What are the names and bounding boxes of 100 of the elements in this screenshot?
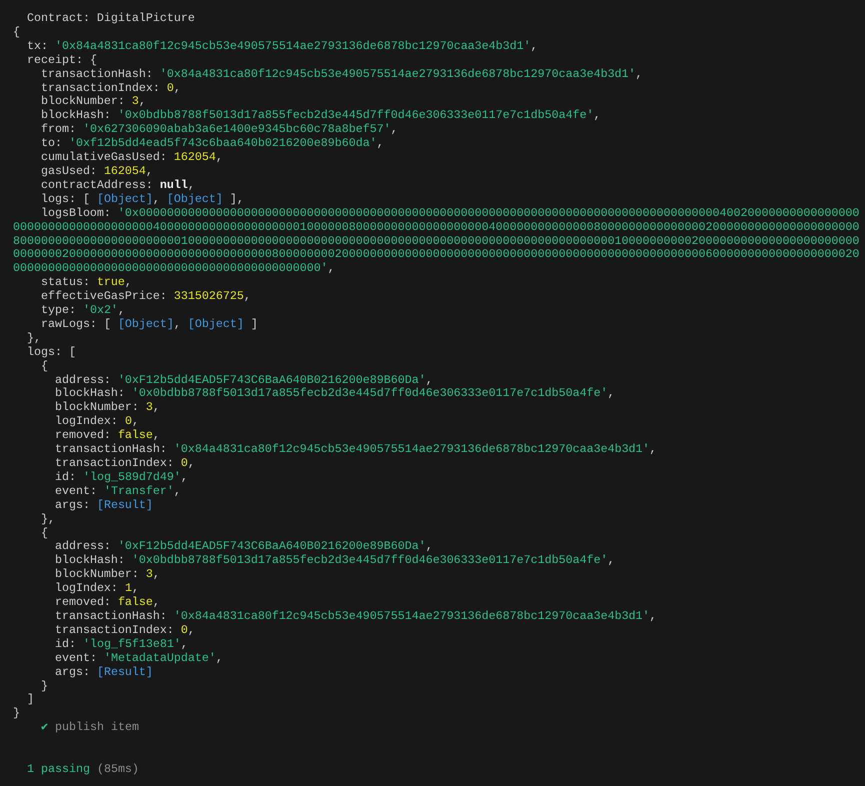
punctuation: }	[40, 678, 48, 692]
property-key: blockHash:	[54, 386, 125, 400]
property-key: transactionIndex:	[40, 80, 160, 95]
punctuation: }	[13, 706, 20, 720]
punctuation: ,	[608, 386, 615, 400]
punctuation: ,	[426, 539, 433, 554]
punctuation: {	[90, 52, 97, 67]
property-value: 3	[146, 400, 153, 414]
property-value: '0x0bdbb8788f5013d17a855fecb2d3e445d7ff0d46e306333e0117e7c1db50a4fe'	[118, 108, 594, 122]
property-key: gasUsed:	[40, 164, 97, 178]
punctuation: ,	[132, 581, 139, 596]
punctuation: ,	[650, 608, 657, 623]
property-key: transactionHash:	[54, 608, 167, 623]
property-value: false	[118, 428, 153, 442]
property-key: to:	[40, 136, 62, 150]
property-value: '0xF12b5dd4EAD5F743C6BaA640B0216200e89B60Da'	[118, 539, 426, 554]
punctuation: ,	[180, 470, 188, 484]
property-value: [Result]	[96, 664, 153, 679]
property-value: 3	[146, 567, 153, 582]
property-key: id:	[54, 636, 76, 651]
punctuation: ,	[152, 400, 160, 414]
property-value: 3	[132, 94, 139, 108]
punctuation: [	[82, 192, 90, 206]
test-name: publish item	[55, 720, 139, 734]
property-key: effectiveGasPrice:	[40, 289, 167, 304]
property-value: '0xf12b5dd4ead5f743c6baa640b0216200e89b60da'	[68, 136, 377, 150]
property-key: event:	[54, 484, 97, 498]
punctuation: ,	[188, 622, 195, 637]
punctuation: ,	[188, 178, 195, 192]
punctuation: ,	[216, 150, 223, 164]
property-key: transactionIndex:	[54, 622, 174, 637]
property-value: '0x0bdbb8788f5013d17a855fecb2d3e445d7ff0d46e306333e0117e7c1db50a4fe'	[132, 553, 608, 568]
property-key: logIndex:	[54, 581, 118, 596]
passing-count: 1 passing	[26, 762, 90, 776]
punctuation: ,	[636, 66, 643, 81]
property-value: true	[96, 275, 125, 290]
punctuation: ,	[124, 275, 132, 290]
punctuation: ,	[594, 108, 601, 122]
property-key: rawLogs:	[40, 316, 97, 331]
property-key: args:	[54, 498, 90, 512]
punctuation: ,	[180, 636, 188, 651]
punctuation: {	[40, 526, 48, 540]
property-key: from:	[40, 122, 76, 136]
property-value: [Object]	[166, 192, 223, 206]
property-value: '0x84a4831ca80f12c945cb53e490575514ae2793136de6878bc12970caa3e4b3d1'	[174, 442, 650, 456]
property-value: '0x84a4831ca80f12c945cb53e490575514ae2793136de6878bc12970caa3e4b3d1'	[160, 66, 636, 81]
property-value: 'log_589d7d49'	[82, 470, 181, 484]
check-icon: ✔	[40, 720, 48, 734]
punctuation: ,	[118, 303, 125, 318]
property-key: status:	[40, 275, 90, 290]
property-value: false	[118, 595, 153, 610]
contract-title: Contract: DigitalPicture	[26, 11, 195, 25]
punctuation: ,	[244, 289, 251, 304]
property-value: 'Transfer'	[104, 484, 174, 498]
punctuation: ,	[174, 316, 181, 331]
property-key: tx:	[26, 38, 48, 53]
punctuation: ,	[188, 456, 195, 470]
property-key: blockHash:	[54, 553, 125, 568]
property-value: 162054	[104, 164, 146, 178]
punctuation: ,	[152, 192, 160, 206]
punctuation: ,	[138, 94, 146, 108]
property-value: 1	[124, 581, 132, 596]
property-key: type:	[40, 303, 76, 318]
punctuation: },	[26, 330, 41, 345]
punctuation: },	[40, 512, 55, 526]
punctuation: [	[104, 316, 111, 331]
property-value: '0x84a4831ca80f12c945cb53e490575514ae2793136de6878bc12970caa3e4b3d1'	[54, 38, 531, 53]
property-value: [Object]	[118, 316, 174, 331]
property-key: receipt:	[26, 52, 83, 67]
property-value: 0	[166, 80, 174, 95]
punctuation: ,	[608, 553, 615, 568]
property-value: '0x0bdbb8788f5013d17a855fecb2d3e445d7ff0d46e306333e0117e7c1db50a4fe'	[132, 386, 608, 400]
property-value: [Result]	[96, 498, 153, 512]
property-value: '0x84a4831ca80f12c945cb53e490575514ae2793136de6878bc12970caa3e4b3d1'	[174, 608, 650, 623]
punctuation: ,	[132, 414, 139, 428]
test-duration: (85ms)	[96, 762, 139, 776]
property-value: '0xF12b5dd4EAD5F743C6BaA640B0216200e89B60Da'	[118, 372, 426, 387]
property-key: id:	[54, 470, 76, 484]
property-value: 162054	[174, 150, 216, 164]
property-value: 0	[180, 456, 188, 470]
punctuation: ,	[426, 372, 433, 387]
property-value: '0x627306090abab3a6e1400e9345bc60c78a8bef57'	[82, 122, 391, 136]
property-key: blockNumber:	[54, 400, 139, 414]
punctuation: ,	[216, 650, 223, 665]
punctuation: ,	[376, 136, 384, 150]
property-value: 'MetadataUpdate'	[104, 650, 216, 665]
punctuation: ,	[530, 38, 538, 53]
property-key: transactionIndex:	[54, 456, 174, 470]
punctuation: ],	[230, 192, 244, 206]
punctuation: ,	[174, 80, 181, 95]
punctuation: ,	[152, 567, 160, 582]
property-value: null	[160, 178, 188, 192]
property-value: '0x2'	[82, 303, 118, 318]
property-key: blockNumber:	[54, 567, 139, 582]
property-key: transactionHash:	[40, 66, 153, 81]
property-key: logs:	[40, 192, 76, 206]
punctuation: ,	[390, 122, 398, 136]
punctuation: {	[40, 358, 48, 373]
property-value: 'log_f5f13e81'	[82, 636, 181, 651]
punctuation: ,	[152, 595, 160, 610]
